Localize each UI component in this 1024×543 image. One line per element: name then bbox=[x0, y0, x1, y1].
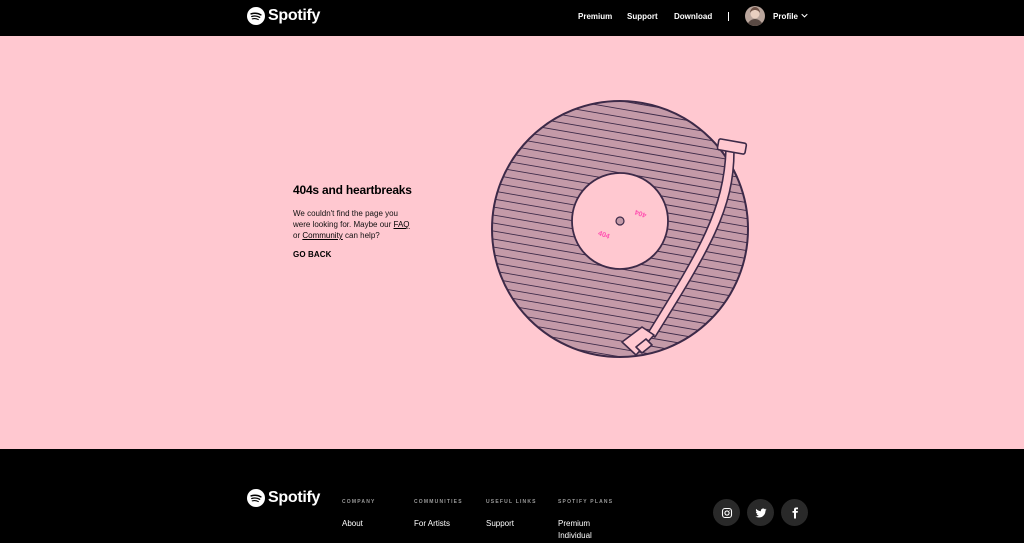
spotify-wordmark: Spotify bbox=[268, 7, 321, 24]
spotify-logo-icon bbox=[247, 489, 265, 507]
footer-heading-communities: COMMUNITIES bbox=[414, 499, 463, 505]
footer: Spotify COMPANY About COMMUNITIES For Ar… bbox=[0, 449, 1024, 543]
twitter-icon bbox=[754, 507, 767, 517]
nav-download-link[interactable]: Download bbox=[674, 12, 712, 21]
footer-heading-spotify-plans: SPOTIFY PLANS bbox=[558, 499, 614, 505]
error-message-text-2: or bbox=[293, 231, 303, 240]
spotify-logo[interactable]: Spotify bbox=[247, 7, 320, 25]
instagram-icon bbox=[721, 507, 732, 518]
twitter-button[interactable] bbox=[747, 499, 774, 526]
instagram-button[interactable] bbox=[713, 499, 740, 526]
nav-support-link[interactable]: Support bbox=[627, 12, 658, 21]
footer-spotify-wordmark: Spotify bbox=[268, 489, 321, 506]
faq-link[interactable]: FAQ bbox=[394, 220, 410, 229]
avatar-image-icon bbox=[745, 6, 765, 26]
footer-link-support[interactable]: Support bbox=[486, 518, 514, 530]
facebook-button[interactable] bbox=[781, 499, 808, 526]
facebook-icon bbox=[792, 507, 798, 518]
chevron-down-icon[interactable] bbox=[801, 12, 808, 19]
footer-spotify-logo[interactable]: Spotify bbox=[247, 489, 320, 507]
footer-link-premium-individual[interactable]: Premium Individual bbox=[558, 518, 598, 542]
nav-divider bbox=[728, 12, 729, 21]
footer-link-about[interactable]: About bbox=[342, 518, 363, 530]
community-link[interactable]: Community bbox=[302, 231, 342, 240]
top-navbar: Spotify Premium Support Download Profile bbox=[0, 0, 1024, 36]
avatar[interactable] bbox=[745, 6, 765, 26]
error-message-text-3: can help? bbox=[342, 231, 380, 240]
spotify-logo-icon bbox=[247, 7, 265, 25]
nav-premium-link[interactable]: Premium bbox=[578, 12, 612, 21]
page-title: 404s and heartbreaks bbox=[293, 183, 412, 197]
error-message: We couldn't find the page you were looki… bbox=[293, 208, 413, 241]
turntable-illustration: 404 404 bbox=[491, 100, 749, 358]
footer-heading-useful-links: USEFUL LINKS bbox=[486, 499, 537, 505]
go-back-link[interactable]: GO BACK bbox=[293, 250, 331, 259]
footer-heading-company: COMPANY bbox=[342, 499, 376, 505]
footer-link-for-artists[interactable]: For Artists bbox=[414, 518, 450, 530]
error-message-text-1: We couldn't find the page you were looki… bbox=[293, 209, 399, 229]
profile-menu-label[interactable]: Profile bbox=[773, 12, 798, 21]
error-page-main: 404s and heartbreaks We couldn't find th… bbox=[0, 36, 1024, 449]
